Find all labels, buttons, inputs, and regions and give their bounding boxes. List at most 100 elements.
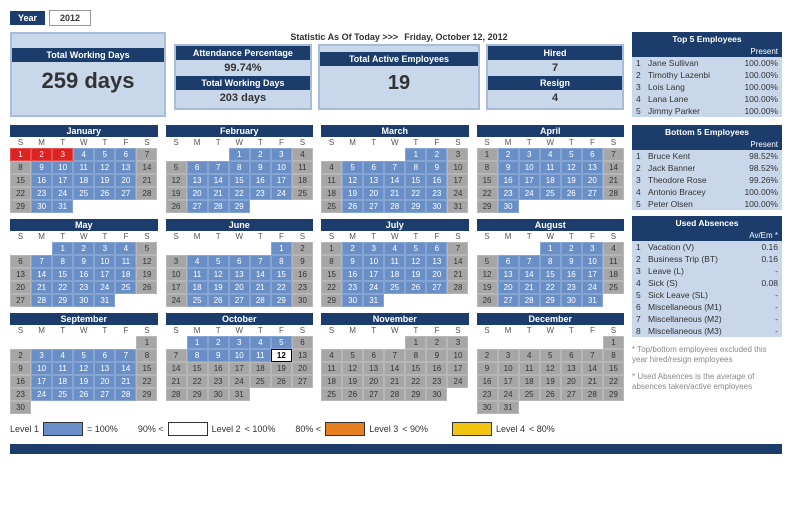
day-cell: 15 <box>10 174 31 187</box>
day-cell: 23 <box>561 281 582 294</box>
day-cell: 9 <box>561 255 582 268</box>
day-cell: 30 <box>73 294 94 307</box>
day-cell: 9 <box>31 161 52 174</box>
day-cell: 11 <box>115 255 136 268</box>
day-cell: 2 <box>342 242 363 255</box>
day-cell: 19 <box>342 187 363 200</box>
day-cell: 16 <box>73 268 94 281</box>
day-cell: 7 <box>384 349 405 362</box>
day-cell: 13 <box>498 268 519 281</box>
month-title: May <box>10 219 158 231</box>
day-cell: 3 <box>447 148 468 161</box>
day-cell: 27 <box>10 294 31 307</box>
day-cell: 27 <box>582 187 603 200</box>
active-box: Total Active Employees 19 <box>318 44 480 110</box>
day-cell: 14 <box>136 161 157 174</box>
day-cell: 10 <box>271 161 292 174</box>
dow-cell: T <box>250 137 271 148</box>
legend-swatch <box>43 422 83 436</box>
day-cell: 11 <box>321 174 342 187</box>
dow-cell: S <box>136 325 157 336</box>
day-cell: 17 <box>447 362 468 375</box>
dow-cell: S <box>603 137 624 148</box>
dow-cell: S <box>10 325 31 336</box>
dow-cell: S <box>136 231 157 242</box>
day-cell: 19 <box>136 268 157 281</box>
day-cell: 2 <box>561 242 582 255</box>
day-cell: 14 <box>250 268 271 281</box>
day-cell: 9 <box>292 255 313 268</box>
day-cell: 26 <box>561 187 582 200</box>
day-cell: 31 <box>498 401 519 414</box>
day-cell: 26 <box>271 375 292 388</box>
day-cell: 26 <box>208 294 229 307</box>
legend-swatch <box>168 422 208 436</box>
dow-cell: S <box>292 137 313 148</box>
day-cell: 20 <box>498 281 519 294</box>
day-cell: 11 <box>73 161 94 174</box>
stats-block: Statistic As Of Today >>> Friday, Octobe… <box>174 32 624 117</box>
footnote-1: * Top/bottom employees excluded this yea… <box>632 345 782 364</box>
dow-cell: T <box>52 325 73 336</box>
day-cell: 6 <box>582 148 603 161</box>
day-cell: 9 <box>426 161 447 174</box>
day-cell: 24 <box>229 375 250 388</box>
day-cell: 1 <box>10 148 31 161</box>
resign-value: 4 <box>494 92 616 104</box>
day-cell: 29 <box>603 388 624 401</box>
dow-cell: T <box>250 231 271 242</box>
day-cell: 16 <box>10 375 31 388</box>
dow-cell: S <box>321 137 342 148</box>
dow-cell: W <box>73 231 94 242</box>
dashboard-row: Total Working Days 259 days Statistic As… <box>10 32 782 117</box>
day-cell: 30 <box>31 200 52 213</box>
day-cell: 21 <box>384 187 405 200</box>
dow-cell: T <box>94 137 115 148</box>
attendance-box: Attendance Percentage 99.74% Total Worki… <box>174 44 312 110</box>
dow-cell: S <box>166 231 187 242</box>
footer-bar <box>10 444 782 454</box>
day-cell: 1 <box>52 242 73 255</box>
dow-cell: S <box>321 325 342 336</box>
day-cell: 28 <box>384 388 405 401</box>
day-cell: 7 <box>603 148 624 161</box>
dow-cell: S <box>603 231 624 242</box>
day-cell: 24 <box>519 187 540 200</box>
day-cell: 18 <box>384 268 405 281</box>
day-cell: 7 <box>384 161 405 174</box>
bottom5-title: Bottom 5 Employees <box>632 125 782 139</box>
attendance-value: 99.74% <box>182 62 304 74</box>
day-cell: 27 <box>229 294 250 307</box>
day-cell: 17 <box>271 174 292 187</box>
dow-cell: T <box>363 231 384 242</box>
day-cell: 26 <box>342 200 363 213</box>
month-december: DecemberSMTWTFS1234567891011121314151617… <box>477 313 625 414</box>
month-june: JuneSMTWTFS12345678910111213141516171819… <box>166 219 314 307</box>
year-value[interactable]: 2012 <box>49 10 91 26</box>
day-cell: 31 <box>94 294 115 307</box>
day-cell: 29 <box>229 200 250 213</box>
day-cell: 9 <box>342 255 363 268</box>
day-cell: 5 <box>561 148 582 161</box>
month-title: June <box>166 219 314 231</box>
day-cell: 25 <box>52 388 73 401</box>
day-cell: 27 <box>94 388 115 401</box>
dow-cell: S <box>166 325 187 336</box>
day-cell: 13 <box>363 174 384 187</box>
day-cell: 3 <box>582 242 603 255</box>
day-cell: 28 <box>166 388 187 401</box>
day-cell: 12 <box>405 255 426 268</box>
day-cell: 21 <box>208 187 229 200</box>
day-cell: 24 <box>498 388 519 401</box>
day-cell: 30 <box>426 200 447 213</box>
dow-cell: F <box>582 137 603 148</box>
day-cell: 17 <box>363 268 384 281</box>
day-cell: 11 <box>540 161 561 174</box>
day-cell: 7 <box>136 148 157 161</box>
day-cell: 4 <box>187 255 208 268</box>
dow-cell: F <box>426 231 447 242</box>
dow-cell: F <box>426 137 447 148</box>
legend-swatch <box>325 422 365 436</box>
day-cell: 12 <box>166 174 187 187</box>
dow-cell: T <box>208 137 229 148</box>
